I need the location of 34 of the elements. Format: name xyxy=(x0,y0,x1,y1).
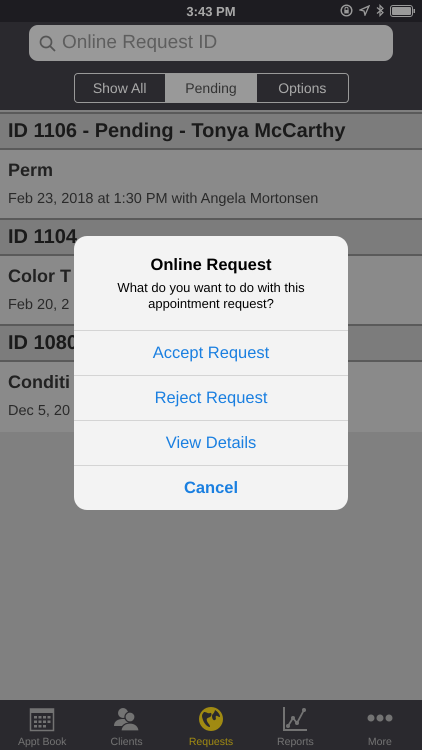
cancel-button[interactable]: Cancel xyxy=(74,465,348,510)
segment-tab[interactable]: Pending xyxy=(166,74,258,102)
segment-tab[interactable]: Show All xyxy=(74,74,166,102)
appointment-detail: Feb 23, 2018 at 1:30 PM with Angela Mortonsen xyxy=(8,191,318,207)
more-dots-icon xyxy=(366,714,393,722)
alert-action-button[interactable]: Reject Request xyxy=(74,375,348,420)
line-chart-icon xyxy=(282,706,308,732)
search-field[interactable]: Online Request ID xyxy=(29,25,393,61)
appointment-detail: Dec 5, 20 xyxy=(8,403,70,419)
tab-bar-item[interactable]: Appt Book xyxy=(0,700,84,750)
request-header-text: ID 1106 - Pending - Tonya McCarthy xyxy=(8,120,346,142)
service-name: Perm xyxy=(8,160,54,181)
tab-bar-item[interactable]: Clients xyxy=(84,700,169,750)
request-header-text: ID 1104 xyxy=(8,226,77,248)
alert-action-button[interactable]: View Details xyxy=(74,420,348,465)
search-icon xyxy=(39,35,56,52)
alert-message: What do you want to do with this appointment request? xyxy=(116,280,306,312)
calendar-icon xyxy=(29,706,56,732)
tab-bar-item[interactable]: Requests xyxy=(168,700,254,750)
location-arrow-icon xyxy=(359,5,370,16)
status-time: 3:43 PM xyxy=(186,4,236,18)
bluetooth-icon xyxy=(376,4,384,17)
alert-title: Online Request xyxy=(150,256,272,275)
tab-bar-item[interactable]: Reports xyxy=(253,700,338,750)
alert-action-button[interactable]: Accept Request xyxy=(74,330,348,375)
tab-bar-item[interactable]: More xyxy=(338,700,422,750)
people-icon xyxy=(112,706,141,732)
appointment-detail: Feb 20, 2 xyxy=(8,297,70,313)
battery-icon xyxy=(390,4,416,16)
service-name: Conditi xyxy=(8,372,70,393)
service-name: Color T xyxy=(8,266,71,287)
globe-icon xyxy=(198,706,224,732)
request-row[interactable]: Perm Feb 23, 2018 at 1:30 PM with Angela Mortonsen xyxy=(0,150,422,220)
rotation-lock-icon xyxy=(340,4,353,17)
